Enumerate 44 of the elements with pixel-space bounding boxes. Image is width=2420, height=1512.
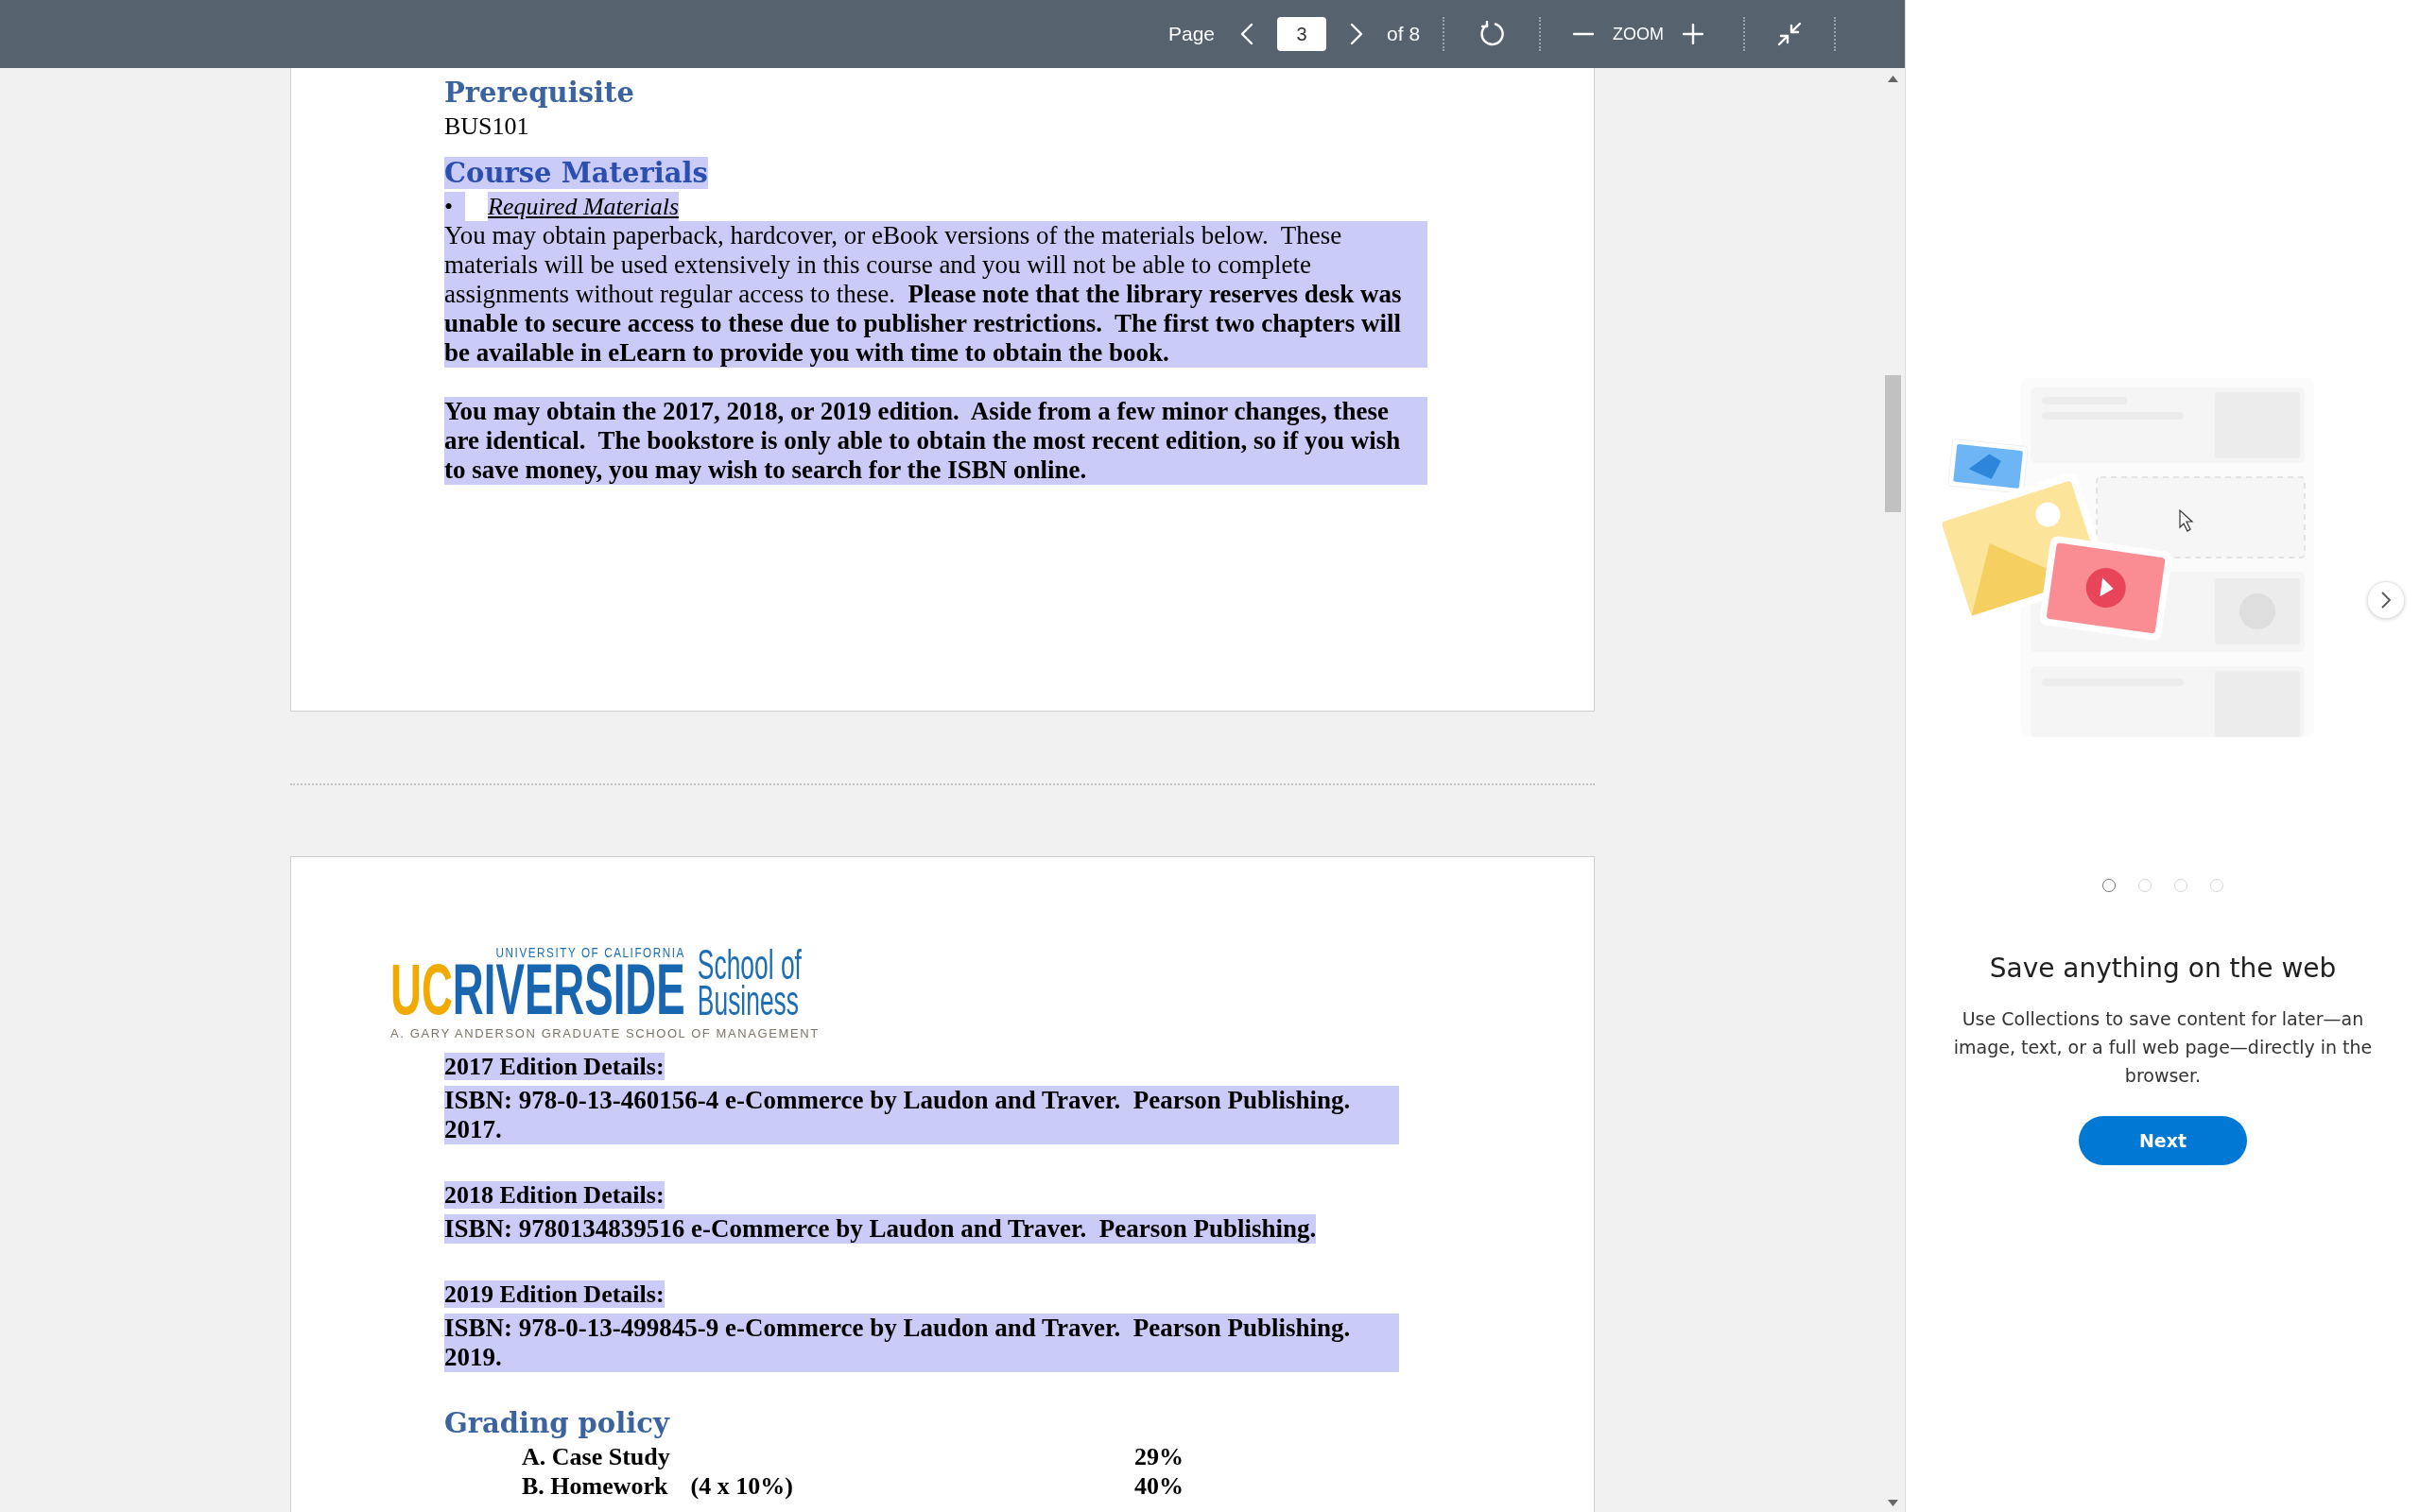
scroll-down-icon[interactable] [1888,1500,1898,1506]
zoom-label: ZOOM [1613,24,1665,44]
paragraph: ISBN: 978-0-13-499845-9 e-Commerce by Laudon and Traver. Pearson Publishing. 2019. [444,1314,1399,1372]
grading-percent: 40% [1134,1471,1184,1501]
body-text: BUS101 [444,112,529,140]
grading-item: A. Case Study [522,1442,670,1471]
panel-description: Use Collections to save content for later—an image, text, or a full web page—directly in the browser. [1952,1007,2374,1088]
grading-percent: 29% [1134,1442,1184,1471]
edition-label: 2018 Edition Details: [444,1181,665,1209]
carousel-dot[interactable] [2102,879,2116,892]
grading-detail: (4 x 10%) [690,1471,793,1501]
next-button[interactable]: Next [2079,1116,2247,1165]
logo-text: RIVERSIDE [452,960,685,1019]
bullet-mark: • [444,192,466,221]
scrollbar-thumb[interactable] [1885,375,1901,512]
paragraph: You may obtain paperback, hardcover, or eBook versions of the materials below. These materials will be used extensively in this course and you will not be able to complete assignments without regular access to these. Please note that the library reserves desk was unable to secure access to these due to publisher restrictions. The first two chapters will be available in eLearn to provide you with time to obtain the book. [444,221,1427,368]
paragraph: You may obtain the 2017, 2018, or 2019 edition. Aside from a few minor changes, these are identical. The bookstore is only able to obtain the most recent edition, so if you wish to save money, you may wish to search for the ISBN online. [444,397,1427,485]
paragraph: ISBN: 9780134839516 e-Commerce by Laudon and Traver. Pearson Publishing. [444,1214,1317,1244]
scroll-up-icon[interactable] [1888,76,1898,82]
logo-text: UNIVERSITY OF CALIFORNIA [495,944,685,960]
logo-text: Business [697,983,799,1019]
page-label: Page [1168,23,1216,45]
grading-item: B. Homework [522,1471,668,1501]
logo-text: UC [390,960,453,1019]
section-heading: Grading policy [444,1407,669,1439]
panel-title: Save anything on the web [1989,953,2337,984]
minus-icon [1573,32,1595,36]
page-total: of 8 [1387,23,1421,45]
section-heading: Course Materials [444,157,708,189]
edition-label: 2019 Edition Details: [444,1280,665,1308]
page-number-field[interactable]: 3 [1277,17,1327,51]
chevron-left-icon [1239,23,1255,45]
plus-icon [1683,24,1704,44]
section-heading: Prerequisite [444,77,634,109]
paragraph: ISBN: 978-0-13-460156-4 e-Commerce by Laudon and Traver. Pearson Publishing. 2017. [444,1086,1399,1144]
logo-tagline: A. GARY ANDERSON GRADUATE SCHOOL OF MANAGEMENT [390,1026,821,1040]
next-slide-button[interactable] [2367,581,2405,619]
logo-text: School of [697,947,802,983]
chevron-right-icon [2380,591,2392,610]
edition-label: 2017 Edition Details: [444,1053,665,1080]
rotate-icon [1478,21,1506,47]
chevron-right-icon [1349,23,1365,45]
list-item-text: Required Materials [488,192,680,221]
collapse-icon [1777,22,1803,46]
